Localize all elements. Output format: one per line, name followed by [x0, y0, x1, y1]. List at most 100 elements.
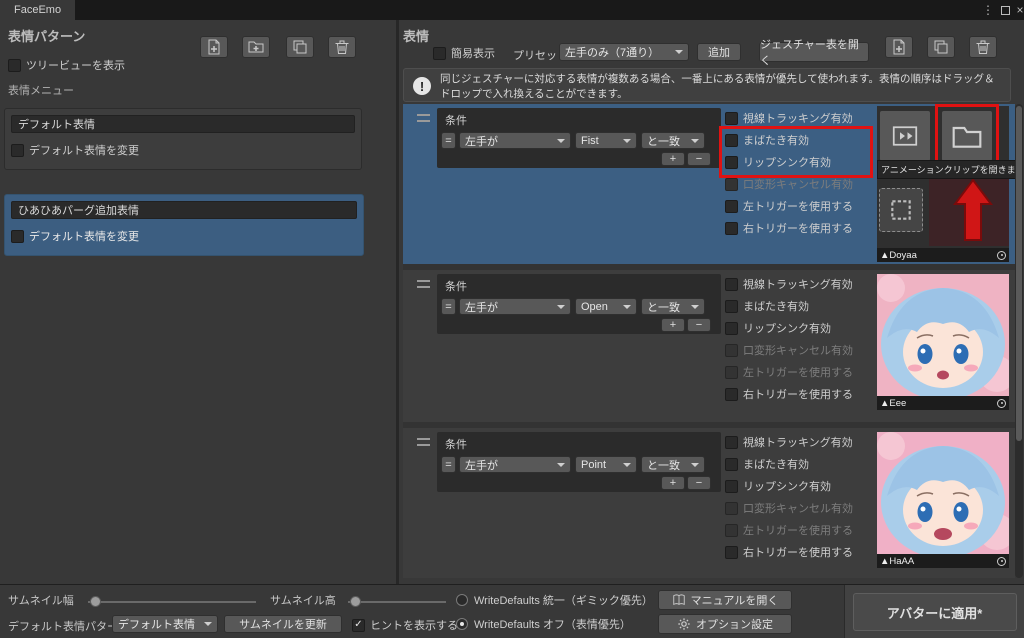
bottom-bar: サムネイル幅 サムネイル高 WriteDefaults 統一（ギミック優先） マ… — [0, 584, 1024, 638]
trash-icon — [975, 39, 991, 55]
checkbox-right-trigger[interactable]: 右トリガーを使用する — [725, 544, 853, 560]
checkbox-right-trigger[interactable]: 右トリガーを使用する — [725, 220, 853, 236]
change-default-checkbox[interactable]: デフォルト表情を変更 — [11, 228, 139, 244]
change-default-checkbox[interactable]: デフォルト表情を変更 — [11, 142, 139, 158]
pattern-name-field[interactable]: デフォルト表情 — [11, 115, 355, 133]
update-thumbnails-button[interactable]: サムネイルを更新 — [224, 615, 342, 633]
window-tab[interactable]: FaceEmo — [0, 0, 75, 20]
expression-row-open[interactable]: 条件 = 左手が Open と一致 + − 視線トラッキング有効 まばたき有効 … — [403, 270, 1015, 422]
help-text: 同じジェスチャーに対応する表情が複数ある場合、一番上にある表情が優先して使われま… — [440, 72, 1004, 101]
delete-pattern-button[interactable] — [328, 36, 356, 58]
apply-to-avatar-button[interactable]: アバターに適用* — [853, 593, 1017, 631]
expression-row-point[interactable]: 条件 = 左手が Point と一致 + − 視線トラッキング有効 まばたき有効… — [403, 428, 1015, 578]
thumbnail-label-bar: ▲HaAA — [877, 554, 1009, 568]
dashed-select-icon — [888, 197, 914, 223]
checkbox-eye-tracking[interactable]: 視線トラッキング有効 — [725, 434, 853, 450]
equals-button[interactable]: = — [441, 456, 456, 473]
new-group-button[interactable] — [242, 36, 270, 58]
delete-expression-button[interactable] — [969, 36, 997, 58]
pattern-panel: 表情パターン ツリービューを表示 表情メニュー デフォルト表情 デフォルト表情を… — [0, 20, 396, 584]
checkbox-left-trigger: 左トリガーを使用する — [725, 364, 853, 380]
new-pattern-button[interactable] — [200, 36, 228, 58]
match-dropdown[interactable]: と一致 — [641, 456, 705, 473]
match-dropdown[interactable]: と一致 — [641, 298, 705, 315]
checkbox-left-trigger[interactable]: 左トリガーを使用する — [725, 198, 853, 214]
select-object-icon[interactable] — [997, 557, 1006, 566]
expression-thumbnail[interactable]: アニメーションクリップを開きます。 ▲Doyaa — [877, 106, 1009, 262]
checkbox-lipsync[interactable]: リップシンク有効 — [725, 320, 831, 336]
thumb-width-slider-knob[interactable] — [90, 596, 101, 607]
close-icon[interactable]: × — [1012, 0, 1024, 20]
thumb-height-slider-knob[interactable] — [350, 596, 361, 607]
clear-clip-button[interactable] — [879, 188, 923, 232]
chevron-down-icon — [623, 139, 631, 143]
vertical-scrollbar[interactable] — [1015, 104, 1023, 578]
pattern-card-selected[interactable]: ひあひあパーグ追加表情 デフォルト表情を変更 — [4, 194, 364, 256]
expression-row-fist[interactable]: 条件 = 左手が Fist と一致 + − 視線トラッキング有効 まばたき有効 … — [403, 104, 1015, 264]
copy-icon — [933, 39, 949, 55]
expression-thumbnail[interactable]: ▲HaAA — [877, 432, 1009, 568]
drag-handle-icon[interactable] — [417, 114, 430, 122]
default-pattern-dropdown[interactable]: デフォルト表情 — [112, 615, 218, 633]
hand-dropdown[interactable]: 左手が — [459, 132, 571, 149]
option-settings-button[interactable]: オプション設定 — [658, 614, 792, 634]
writedefaults-off-radio[interactable]: WriteDefaults オフ（表情優先） — [456, 616, 631, 632]
checkbox-blink[interactable]: まばたき有効 — [725, 456, 809, 472]
help-box: ! 同じジェスチャーに対応する表情が複数ある場合、一番上にある表情が優先して使わ… — [403, 68, 1011, 102]
condition-label: 条件 — [445, 112, 467, 128]
copy-pattern-button[interactable] — [286, 36, 314, 58]
chevron-down-icon — [557, 463, 565, 467]
remove-condition-button[interactable]: − — [687, 476, 711, 490]
maximize-icon[interactable] — [997, 0, 1013, 20]
pattern-card-default[interactable]: デフォルト表情 デフォルト表情を変更 — [4, 108, 362, 170]
add-condition-button[interactable]: + — [661, 318, 685, 332]
book-icon — [672, 593, 686, 607]
remove-condition-button[interactable]: − — [687, 152, 711, 166]
add-preset-button[interactable]: 追加 — [697, 43, 741, 61]
annotation-arrow-up — [953, 178, 993, 242]
equals-button[interactable]: = — [441, 132, 456, 149]
hand-dropdown[interactable]: 左手が — [459, 298, 571, 315]
gesture-dropdown[interactable]: Open — [575, 298, 637, 315]
thumb-height-slider[interactable] — [348, 601, 446, 603]
new-expression-button[interactable] — [885, 36, 913, 58]
open-animation-clip-button[interactable] — [879, 110, 931, 162]
copy-expression-button[interactable] — [927, 36, 955, 58]
show-hints-checkbox[interactable]: ヒントを表示する — [352, 617, 458, 633]
annotation-box-folder — [935, 104, 999, 168]
checkbox-lipsync[interactable]: リップシンク有効 — [725, 478, 831, 494]
checkbox-right-trigger[interactable]: 右トリガーを使用する — [725, 386, 853, 402]
add-condition-button[interactable]: + — [661, 152, 685, 166]
remove-condition-button[interactable]: − — [687, 318, 711, 332]
writedefaults-unified-radio[interactable]: WriteDefaults 統一（ギミック優先） — [456, 592, 653, 608]
select-object-icon[interactable] — [997, 399, 1006, 408]
condition-block: 条件 = 左手が Fist と一致 + − — [437, 108, 721, 168]
simple-display-checkbox[interactable]: 簡易表示 — [433, 45, 495, 61]
drag-handle-icon[interactable] — [417, 280, 430, 288]
gesture-dropdown[interactable]: Fist — [575, 132, 637, 149]
checkbox-mouth-cancel: 口変形キャンセル有効 — [725, 342, 853, 358]
checkbox-blink[interactable]: まばたき有効 — [725, 298, 809, 314]
scrollbar-thumb[interactable] — [1016, 106, 1022, 441]
open-gesture-table-button[interactable]: ジェスチャー表を開く — [759, 42, 869, 62]
thumb-width-slider[interactable] — [88, 601, 256, 603]
tree-view-checkbox[interactable]: ツリービューを表示 — [8, 57, 125, 73]
pattern-name-field[interactable]: ひあひあパーグ追加表情 — [11, 201, 357, 219]
hand-dropdown[interactable]: 左手が — [459, 456, 571, 473]
equals-button[interactable]: = — [441, 298, 456, 315]
select-object-icon[interactable] — [997, 251, 1006, 260]
preset-dropdown[interactable]: 左手のみ（7通り） — [559, 43, 689, 61]
avatar-face-image — [877, 274, 1009, 396]
chevron-down-icon — [557, 139, 565, 143]
window-menu-icon[interactable]: ⋮ — [980, 0, 996, 20]
checkbox-eye-tracking[interactable]: 視線トラッキング有効 — [725, 276, 853, 292]
gesture-dropdown[interactable]: Point — [575, 456, 637, 473]
drag-handle-icon[interactable] — [417, 438, 430, 446]
match-dropdown[interactable]: と一致 — [641, 132, 705, 149]
expression-thumbnail[interactable]: ▲Eee — [877, 274, 1009, 410]
open-manual-button[interactable]: マニュアルを開く — [658, 590, 792, 610]
file-plus-icon — [206, 39, 222, 55]
add-condition-button[interactable]: + — [661, 476, 685, 490]
checkbox-eye-tracking[interactable]: 視線トラッキング有効 — [725, 110, 853, 126]
chevron-down-icon — [623, 463, 631, 467]
